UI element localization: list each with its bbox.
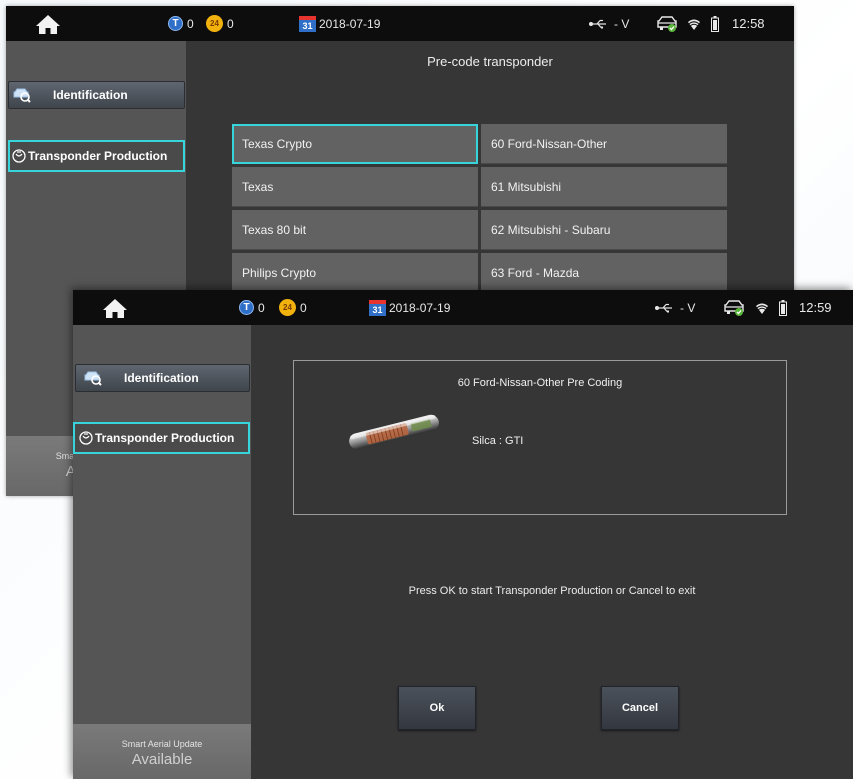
voltage-text: - V (680, 300, 696, 315)
front-window: T 0 24 0 31 2018-07-19 - V 12:59 Identif… (73, 290, 853, 779)
grid-item-texas-80-bit[interactable]: Texas 80 bit (232, 210, 478, 250)
grid-item-60-ford-nissan-other[interactable]: 60 Ford-Nissan-Other (481, 124, 727, 164)
transponder-count: 0 (258, 300, 265, 315)
status-bar: T 0 24 0 31 2018-07-19 - V 12:59 (73, 290, 853, 325)
battery-icon (711, 6, 719, 41)
wifi-icon (754, 290, 770, 325)
date-text: 2018-07-19 (389, 300, 451, 315)
home-icon[interactable] (101, 290, 129, 325)
car-connection-icon (656, 6, 678, 41)
grid-item-61-mitsubishi[interactable]: 61 Mitsubishi (481, 167, 727, 207)
identification-button[interactable]: Identification (75, 364, 250, 392)
status-bar: T 0 24 0 31 2018-07-19 - V 12:58 (6, 6, 794, 41)
transponder-counter: T 0 (168, 6, 194, 41)
hour-counter-icon: 24 (279, 299, 296, 316)
transponder-count: 0 (187, 16, 194, 31)
info-title: 60 Ford-Nissan-Other Pre Coding (457, 377, 623, 389)
ok-button[interactable]: Ok (398, 686, 476, 730)
transponder-production-icon (79, 431, 93, 445)
page-title: Pre-code transponder (427, 54, 553, 69)
wifi-icon (686, 6, 702, 41)
sidebar: Identification Transponder Production Sm… (73, 325, 251, 779)
battery-icon (779, 290, 787, 325)
info-box: 60 Ford-Nissan-Other Pre Coding Silca: … (293, 360, 787, 515)
date-display: 31 2018-07-19 (369, 290, 450, 325)
grid-item-texas[interactable]: Texas (232, 167, 478, 207)
hour-count: 0 (227, 16, 234, 31)
hour-counter-icon: 24 (206, 15, 223, 32)
usb-icon (655, 290, 673, 325)
grid-item-texas-crypto[interactable]: Texas Crypto (232, 124, 478, 164)
transponder-production-icon (12, 149, 26, 163)
update-small-text: Smart Aerial Update (121, 739, 203, 749)
grid-item-62-mitsubishi-subaru[interactable]: 62 Mitsubishi - Subaru (481, 210, 727, 250)
transponder-chip-icon (349, 414, 439, 450)
transponder-production-label: Transponder Production (28, 149, 168, 163)
identification-icon (13, 88, 31, 103)
identification-button[interactable]: Identification (8, 81, 185, 109)
update-big-text: Available (131, 751, 193, 768)
transponder-counter-icon: T (168, 16, 183, 31)
hour-counter: 24 0 (206, 6, 234, 41)
home-icon[interactable] (34, 6, 62, 41)
hour-counter: 24 0 (279, 290, 307, 325)
transponder-production-button[interactable]: Transponder Production (73, 422, 250, 454)
info-code: Silca : GTI (472, 435, 524, 447)
calendar-icon: 31 (369, 299, 386, 316)
clock-text: 12:59 (799, 300, 832, 315)
prompt-text: Press OK to start Transponder Production… (408, 585, 696, 597)
transponder-counter: T 0 (239, 290, 265, 325)
transponder-counter-icon: T (239, 300, 254, 315)
cancel-button[interactable]: Cancel (601, 686, 679, 730)
hour-count: 0 (300, 300, 307, 315)
smart-aerial-update-panel[interactable]: Smart Aerial Update Available (73, 724, 251, 779)
clock-text: 12:58 (732, 16, 765, 31)
identification-label: Identification (124, 371, 199, 385)
grid-item-philips-crypto[interactable]: Philips Crypto (232, 253, 478, 293)
transponder-production-button[interactable]: Transponder Production (8, 140, 185, 172)
transponder-production-label: Transponder Production (95, 431, 235, 445)
identification-icon (84, 371, 102, 386)
grid-item-63-ford-mazda[interactable]: 63 Ford - Mazda (481, 253, 727, 293)
calendar-icon: 31 (299, 15, 316, 32)
voltage-text: - V (614, 16, 630, 31)
date-display: 31 2018-07-19 (299, 6, 380, 41)
identification-label: Identification (53, 88, 128, 102)
usb-icon (589, 6, 607, 41)
car-connection-icon (723, 290, 745, 325)
date-text: 2018-07-19 (319, 16, 381, 31)
